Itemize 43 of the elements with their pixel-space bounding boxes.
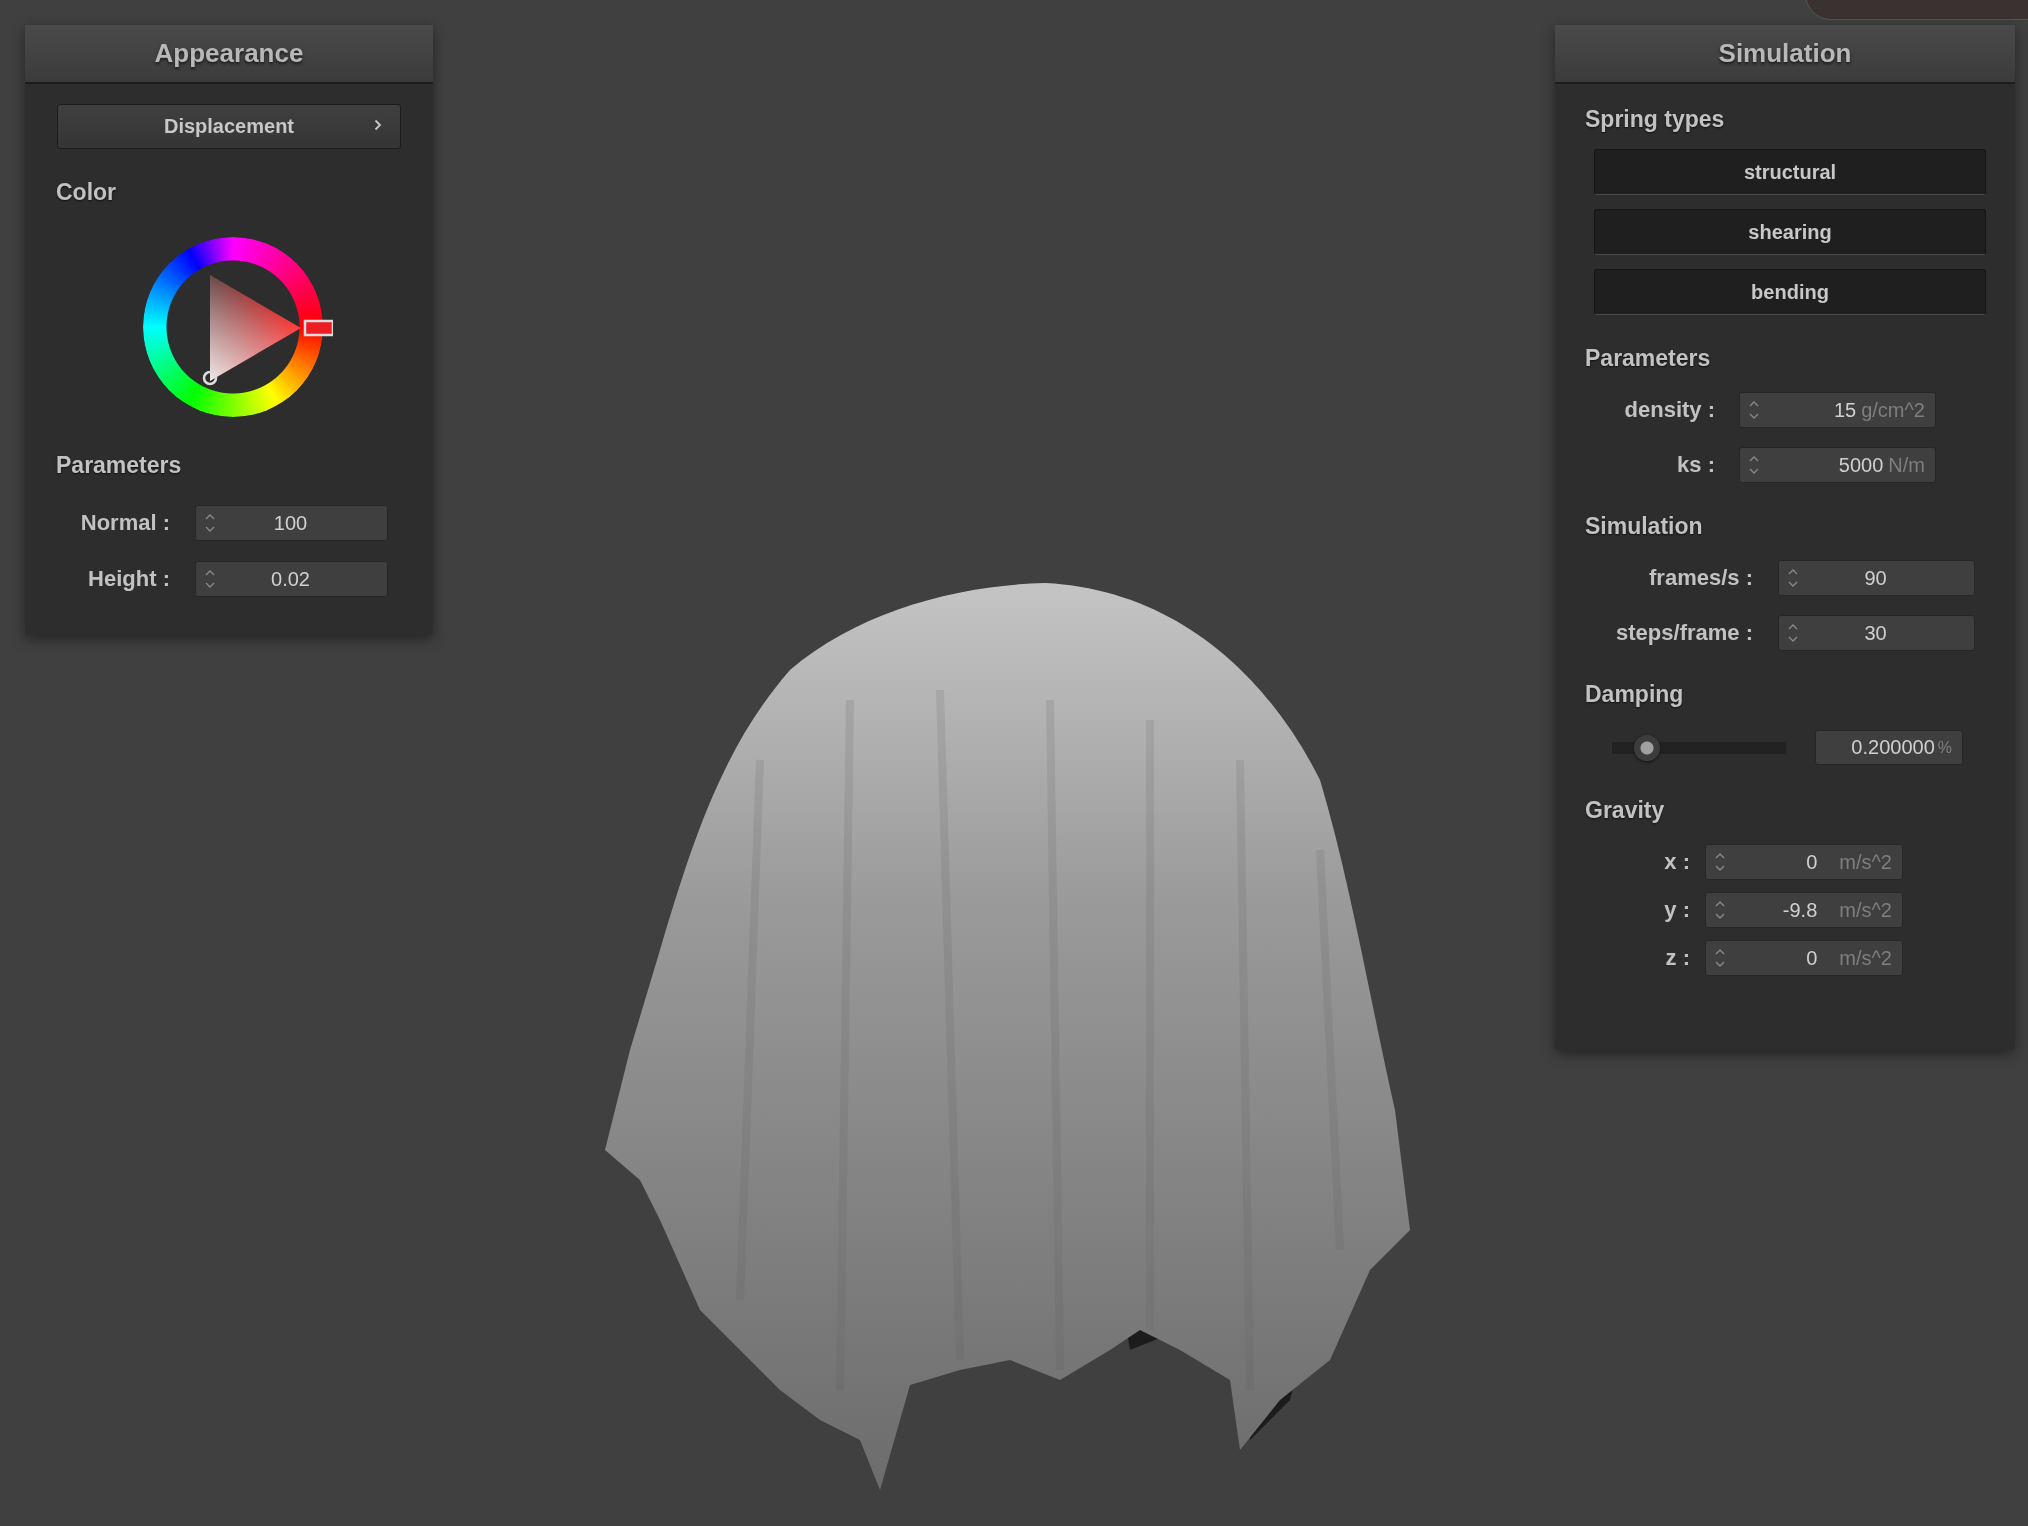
spring-type-button[interactable]: shearing — [1594, 209, 1986, 255]
field-label: y : — [1663, 897, 1690, 923]
field-label: Height : — [87, 566, 170, 592]
number-field[interactable]: 15 g/cm^2 — [1739, 392, 1936, 428]
number-field[interactable]: 30 — [1778, 615, 1975, 651]
spinner-arrows-icon — [204, 512, 216, 534]
spinner-arrows-icon — [1714, 851, 1726, 873]
spinner-arrows-icon — [1714, 947, 1726, 969]
chevron-right-icon — [374, 119, 382, 131]
field-label: ks : — [1676, 452, 1715, 478]
spinner-arrows-icon — [1787, 567, 1799, 589]
section-heading: Gravity — [1585, 797, 1666, 824]
spinner-arrows-icon — [1787, 622, 1799, 644]
section-heading: Damping — [1585, 681, 1685, 708]
slider-thumb[interactable] — [1633, 734, 1660, 761]
number-field[interactable]: 0.02 — [195, 561, 388, 597]
spring-type-button[interactable]: bending — [1594, 269, 1986, 315]
spinner-arrows-icon — [1748, 454, 1760, 476]
section-heading: Parameters — [56, 452, 183, 479]
field-label: density : — [1623, 397, 1715, 423]
number-field[interactable]: -9.8 m/s^2 — [1705, 892, 1903, 928]
number-field[interactable]: 5000 N/m — [1739, 447, 1936, 483]
section-heading: Parameters — [1585, 345, 1712, 372]
displacement-dropdown[interactable]: Displacement — [57, 104, 401, 149]
number-field[interactable]: 0 m/s^2 — [1705, 844, 1903, 880]
section-heading: Simulation — [1585, 513, 1704, 540]
number-field[interactable]: 90 — [1778, 560, 1975, 596]
spinner-arrows-icon — [204, 568, 216, 590]
section-heading: Spring types — [1585, 106, 1726, 133]
field-label: Normal : — [79, 510, 170, 536]
field-label: steps/frame : — [1615, 620, 1753, 646]
number-field[interactable]: 0 m/s^2 — [1705, 940, 1903, 976]
spinner-arrows-icon — [1714, 899, 1726, 921]
section-heading: Color — [56, 179, 118, 206]
field-label: x : — [1663, 849, 1690, 875]
number-field[interactable]: 100 — [195, 505, 388, 541]
field-label: frames/s : — [1648, 565, 1753, 591]
spinner-arrows-icon — [1748, 399, 1760, 421]
field-label: z : — [1664, 945, 1690, 971]
panel-title: Appearance — [25, 25, 433, 84]
spring-type-button[interactable]: structural — [1594, 149, 1986, 195]
damping-value-field[interactable]: 0.200000% — [1815, 730, 1963, 765]
panel-title: Simulation — [1555, 25, 2015, 84]
